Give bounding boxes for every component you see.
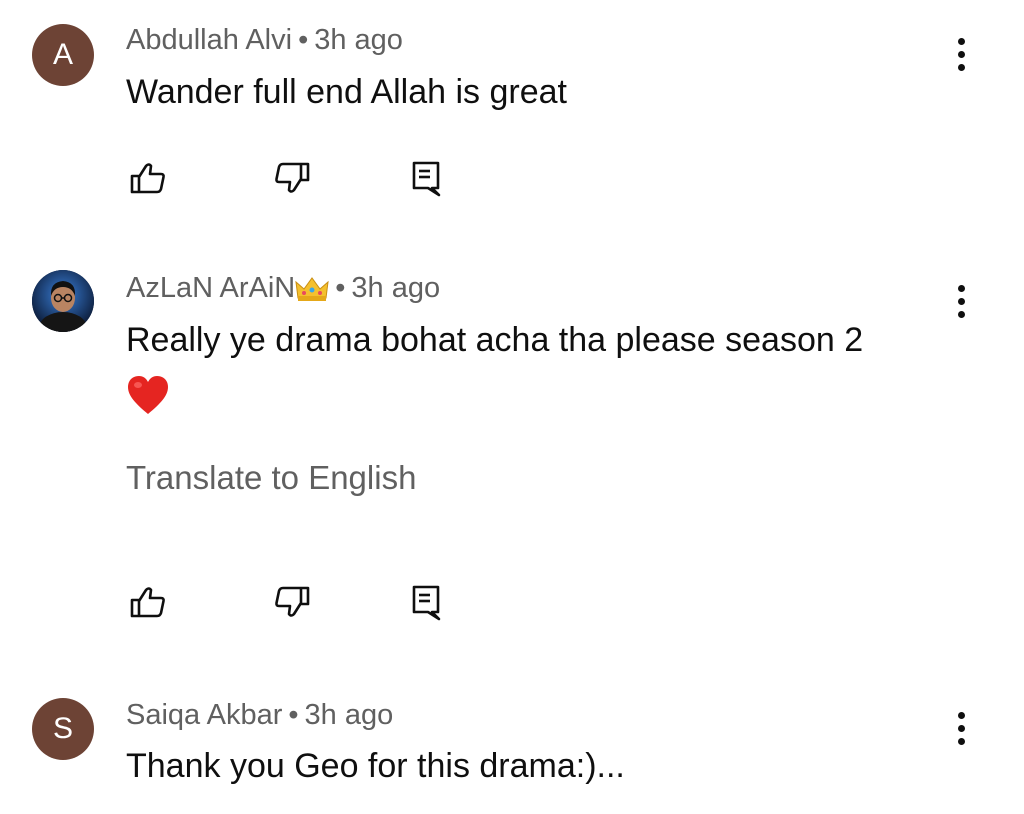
reply-comment-icon	[412, 585, 441, 621]
thumbs-up-icon	[130, 587, 165, 618]
avatar-letter: A	[52, 38, 73, 71]
reply-button[interactable]	[404, 580, 448, 624]
comment-time[interactable]: 3h ago	[351, 272, 440, 304]
comment-text: Thank you Geo for this drama:)...	[126, 747, 625, 785]
thumbs-up-icon	[130, 163, 165, 194]
more-vertical-icon-dot	[957, 50, 965, 58]
translate-link[interactable]: Translate to English	[126, 459, 416, 497]
red-heart-emoji	[126, 374, 170, 421]
more-vertical-icon-dot	[957, 310, 965, 318]
more-vertical-icon-dot	[957, 737, 965, 745]
reply-button[interactable]	[404, 156, 448, 200]
more-options-button[interactable]	[946, 32, 976, 76]
comment-time[interactable]: 3h ago	[305, 699, 394, 731]
more-options-button[interactable]	[946, 279, 976, 323]
more-vertical-icon	[957, 37, 965, 45]
comment-meta: Abdullah Alvi • 3h ago	[126, 24, 403, 57]
avatar[interactable]: S	[32, 698, 94, 760]
author-name[interactable]: Saiqa Akbar	[126, 699, 282, 731]
comment-meta: Saiqa Akbar • 3h ago	[126, 699, 393, 732]
thumbs-down-icon	[275, 586, 310, 617]
more-vertical-icon-dot	[957, 724, 965, 732]
comment-text: Wander full end Allah is great	[126, 73, 567, 111]
more-vertical-icon	[957, 284, 965, 292]
avatar[interactable]: A	[32, 24, 94, 86]
crown-emoji	[295, 277, 329, 302]
meta-separator: •	[288, 699, 299, 731]
more-vertical-icon-dot	[957, 63, 965, 71]
more-vertical-icon	[957, 711, 965, 719]
comment-actions	[126, 580, 446, 624]
like-button[interactable]	[126, 580, 170, 624]
comment-meta: AzLaN ArAiN • 3h ago	[126, 272, 440, 305]
dislike-button[interactable]	[270, 580, 314, 624]
author-name[interactable]: Abdullah Alvi	[126, 24, 292, 56]
comment-text: Really ye drama bohat acha tha please se…	[126, 321, 864, 359]
author-name[interactable]: AzLaN ArAiN	[126, 272, 295, 304]
more-vertical-icon-dot	[957, 297, 965, 305]
like-button[interactable]	[126, 156, 170, 200]
avatar[interactable]	[32, 270, 94, 332]
meta-separator: •	[335, 272, 346, 304]
thumbs-down-icon	[275, 162, 310, 193]
more-options-button[interactable]	[946, 706, 976, 750]
avatar-letter: S	[52, 712, 73, 745]
comment-time[interactable]: 3h ago	[314, 24, 403, 56]
meta-separator: •	[298, 24, 309, 56]
comment-actions	[126, 156, 446, 200]
dislike-button[interactable]	[270, 156, 314, 200]
avatar-photo	[32, 270, 94, 332]
reply-comment-icon	[412, 161, 441, 197]
